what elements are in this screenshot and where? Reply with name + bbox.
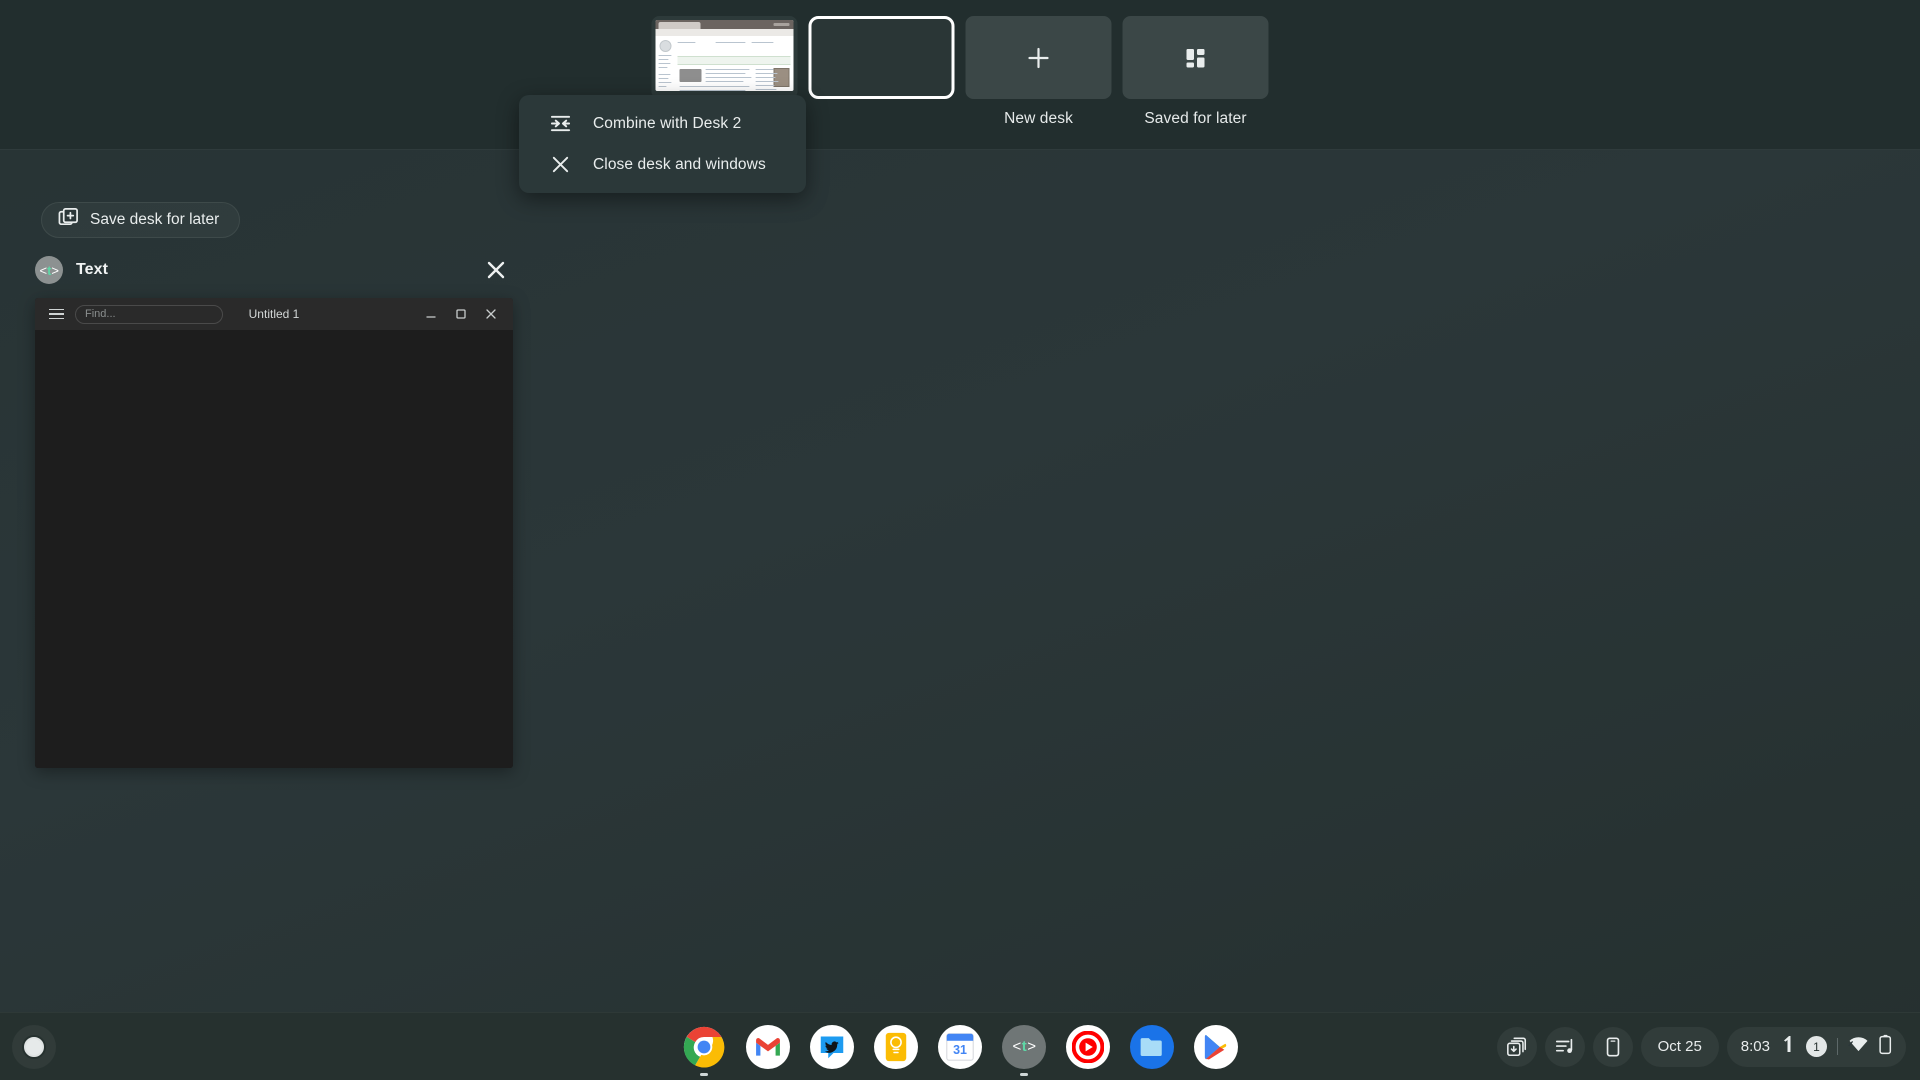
shelf-app-gmail[interactable] xyxy=(746,1024,790,1069)
shelf-app-chrome[interactable] xyxy=(682,1025,726,1076)
window-preview-header: < t > Text xyxy=(35,250,513,290)
desk-library-icon xyxy=(1123,16,1269,99)
saved-for-later-label: Saved for later xyxy=(1144,110,1247,127)
window-titlebar: Untitled 1 xyxy=(35,298,513,330)
chromeos-overview-screen: New desk Saved for later Combine with De… xyxy=(0,0,1920,1080)
clock-label: 8:03 xyxy=(1740,1038,1770,1055)
save-desk-icon xyxy=(58,207,79,233)
app-running-indicator xyxy=(1020,1073,1028,1076)
new-desk-button[interactable]: New desk xyxy=(965,16,1112,128)
shelf: 31 < t > Oct 25 8:03 1 xyxy=(0,1012,1920,1080)
app-running-indicator xyxy=(700,1073,708,1076)
shelf-app-text[interactable]: < t > xyxy=(1002,1024,1046,1076)
combine-desks-icon xyxy=(549,113,571,135)
find-input[interactable] xyxy=(75,304,223,324)
desk-bar: New desk Saved for later xyxy=(0,0,1920,150)
save-desk-for-later-label: Save desk for later xyxy=(90,211,220,228)
menu-item-combine-label: Combine with Desk 2 xyxy=(593,114,742,132)
maximize-icon[interactable] xyxy=(453,306,469,322)
shelf-app-calendar[interactable]: 31 xyxy=(938,1024,982,1069)
shelf-app-files[interactable] xyxy=(1130,1024,1174,1069)
desk-context-menu: Combine with Desk 2 Close desk and windo… xyxy=(519,95,806,193)
calendar-day-number: 31 xyxy=(953,1043,967,1057)
ime-icon[interactable] xyxy=(1780,1034,1796,1059)
close-x-icon xyxy=(549,154,571,176)
notification-count-badge[interactable]: 1 xyxy=(1806,1036,1827,1057)
minimize-icon[interactable] xyxy=(423,306,439,322)
phone-hub-icon[interactable] xyxy=(1592,1026,1633,1067)
shelf-app-youtube-music[interactable] xyxy=(1066,1024,1110,1069)
hamburger-icon[interactable] xyxy=(41,299,71,329)
tray-divider xyxy=(1837,1038,1838,1055)
text-editor-content[interactable] xyxy=(35,330,513,768)
date-tray-button[interactable]: Oct 25 xyxy=(1640,1026,1719,1067)
desk-thumbnail-1[interactable] xyxy=(651,16,798,99)
desk-item-2[interactable] xyxy=(808,16,955,110)
window-preview-title: Text xyxy=(76,261,109,278)
media-controls-icon[interactable] xyxy=(1544,1026,1585,1067)
launcher-icon xyxy=(24,1036,44,1057)
text-app-icon: < t > xyxy=(35,256,63,284)
save-desk-for-later-button[interactable]: Save desk for later xyxy=(41,202,241,238)
desk-1-window-preview xyxy=(651,16,798,99)
battery-icon[interactable] xyxy=(1879,1034,1892,1060)
wifi-icon[interactable] xyxy=(1848,1036,1869,1058)
saved-for-later-thumbnail[interactable] xyxy=(1122,16,1269,99)
desk-thumbnail-2-selected[interactable] xyxy=(808,16,955,99)
shelf-app-keep[interactable] xyxy=(874,1024,918,1069)
window-preview-close-button[interactable] xyxy=(482,256,510,284)
status-area-button[interactable]: 8:03 1 xyxy=(1726,1026,1906,1067)
new-desk-thumbnail[interactable] xyxy=(965,16,1112,99)
window-controls xyxy=(423,306,507,322)
icon-prefix: < xyxy=(39,262,47,278)
icon-suffix: > xyxy=(51,262,59,278)
new-desk-label: New desk xyxy=(1004,110,1073,127)
holding-space-icon[interactable] xyxy=(1496,1026,1537,1067)
shelf-app-list: 31 < t > xyxy=(682,1024,1238,1076)
system-tray: Oct 25 8:03 1 xyxy=(1496,1026,1906,1067)
launcher-button[interactable] xyxy=(12,1024,56,1069)
shelf-app-play-store[interactable] xyxy=(1194,1024,1238,1069)
date-label: Oct 25 xyxy=(1657,1038,1702,1055)
menu-item-combine-with-desk[interactable]: Combine with Desk 2 xyxy=(519,103,806,144)
plus-icon xyxy=(966,16,1112,99)
text-editor-window[interactable]: Untitled 1 xyxy=(35,298,513,768)
close-icon[interactable] xyxy=(483,306,499,322)
saved-for-later-button[interactable]: Saved for later xyxy=(1122,16,1269,128)
menu-item-close-desk-label: Close desk and windows xyxy=(593,155,766,173)
menu-item-close-desk-and-windows[interactable]: Close desk and windows xyxy=(519,144,806,185)
window-preview-item[interactable]: <t> Text Untitled 1 xyxy=(35,250,513,768)
shelf-app-twitter[interactable] xyxy=(810,1024,854,1069)
